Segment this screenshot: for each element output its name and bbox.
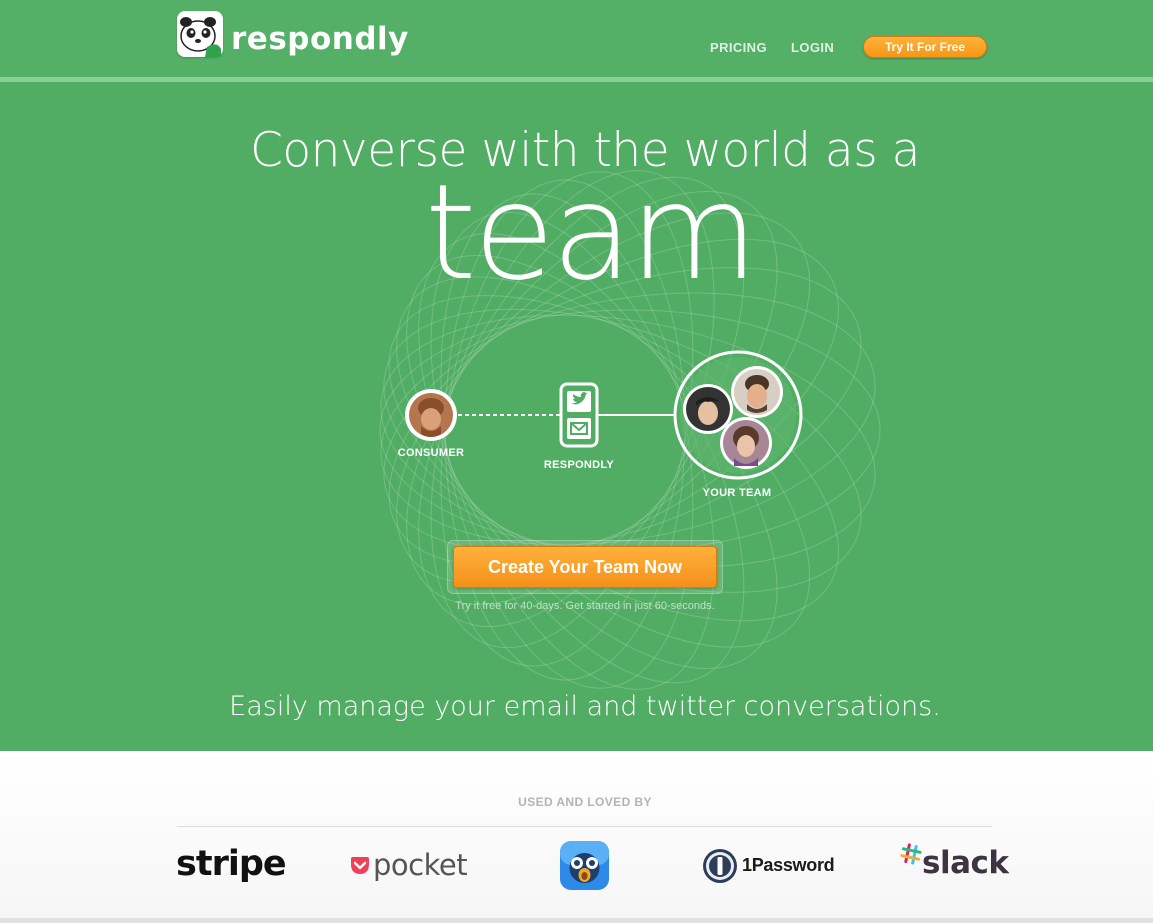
pocket-icon (351, 857, 369, 874)
slack-icon (900, 843, 922, 865)
team-group (673, 350, 803, 480)
pocket-logo: pocket (373, 848, 468, 882)
customers-rule (177, 826, 992, 827)
create-team-button[interactable]: Create Your Team Now (453, 546, 717, 588)
slack-logo: slack (922, 845, 1009, 881)
consumer-avatar (405, 389, 457, 441)
section-divider (0, 918, 1153, 923)
hero-section: respondly PRICING LOGIN Try It For Free … (0, 0, 1153, 751)
consumer-label: CONSUMER (397, 447, 465, 459)
tweetbot-icon (560, 841, 609, 890)
respondly-label: RESPONDLY (543, 459, 615, 471)
respondly-device (559, 382, 599, 448)
stripe-logo: stripe (176, 844, 287, 884)
your-team-label: YOUR TEAM (702, 487, 772, 499)
hero-tagline: Easily manage your email and twitter con… (229, 691, 941, 722)
customers-title: USED AND LOVED BY (518, 795, 652, 809)
1password-logo: 1Password (742, 855, 835, 875)
1password-icon (703, 849, 737, 883)
customers-section (0, 751, 1153, 918)
workflow-diagram (405, 350, 803, 480)
cta-subtext: Try it free for 40-days. Get started in … (455, 600, 715, 612)
